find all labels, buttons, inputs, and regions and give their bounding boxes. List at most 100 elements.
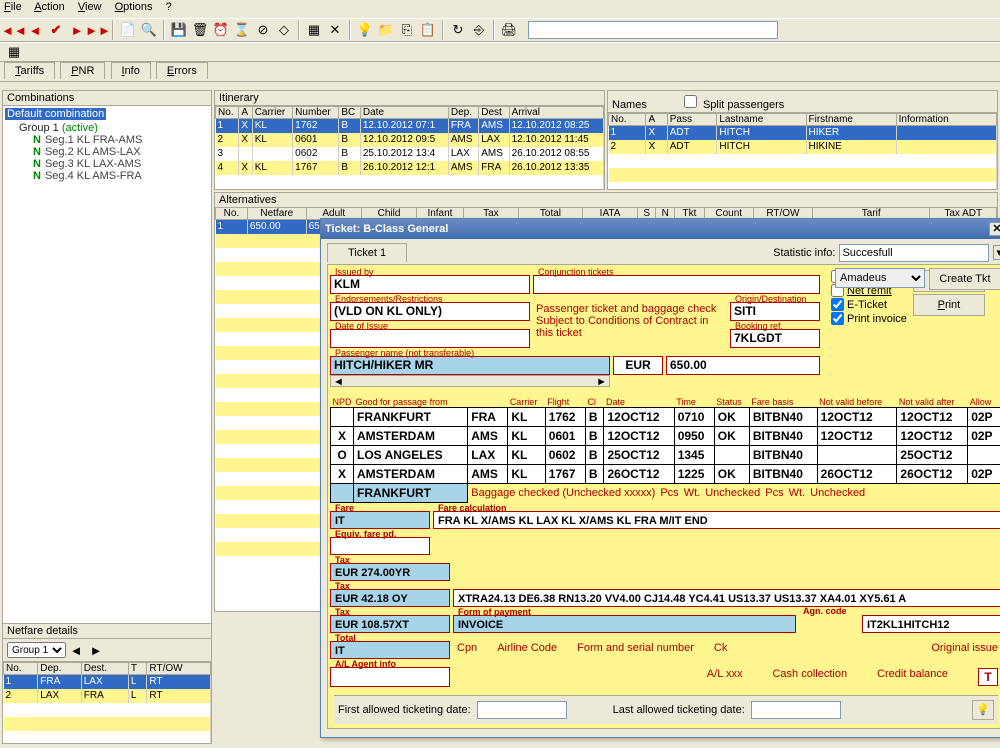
ticket-actions: Amadeus Create Tkt Direct Tkt. Net remit…: [831, 268, 1000, 325]
first-date-label: First allowed ticketing date:: [338, 704, 471, 716]
fop-value: INVOICE: [458, 619, 503, 631]
gds-select[interactable]: Amadeus: [835, 268, 925, 288]
tab-pnr[interactable]: PNR: [60, 62, 105, 79]
toolbar-sub: ▦: [0, 42, 1000, 62]
first-date-input[interactable]: [477, 701, 567, 719]
table-row[interactable]: 2XADTHITCHHIKINE: [609, 140, 997, 154]
paste-icon[interactable]: 📋: [418, 20, 438, 40]
menu-options[interactable]: Options: [115, 1, 153, 13]
print-icon[interactable]: 🖨: [499, 20, 519, 40]
menu-bar: FFileile Action View Options ?: [0, 0, 1000, 18]
names-grid[interactable]: No.APassLastnameFirstnameInformation 1XA…: [608, 112, 997, 189]
doc-icon[interactable]: 📄: [118, 20, 138, 40]
ffwd-icon[interactable]: ►►: [88, 20, 108, 40]
clock-icon[interactable]: ⏰: [211, 20, 231, 40]
delete-icon[interactable]: 🗑: [190, 20, 210, 40]
segment-row[interactable]: XAMSTERDAMAMSKL0601B12OCT120950OKBITBN40…: [331, 427, 1000, 446]
last-date-input[interactable]: [751, 701, 841, 719]
combinations-tree[interactable]: Default combination Group 1 (active) NSe…: [3, 106, 211, 623]
menu-view[interactable]: View: [78, 1, 102, 13]
booking-ref: 7KLGDT: [734, 331, 816, 346]
scroll-left-icon[interactable]: ◄: [333, 376, 344, 386]
ticket-titlebar[interactable]: Ticket: B-Class General ✕: [321, 219, 1000, 239]
combinations-panel: Combinations Default combination Group 1…: [2, 90, 212, 744]
next-icon[interactable]: ►: [67, 20, 87, 40]
small-btn-1[interactable]: ▦: [4, 42, 24, 62]
close-icon[interactable]: ✕: [989, 222, 1000, 236]
names-title: Names Split passengers: [608, 91, 997, 112]
tab-tariffs[interactable]: Tariffs: [4, 62, 55, 79]
tree-root[interactable]: Default combination: [5, 108, 106, 120]
refresh-icon[interactable]: ↻: [448, 20, 468, 40]
table-row[interactable]: 2XKL0601B12.10.2012 09:5AMSLAX12.10.2012…: [216, 133, 604, 147]
combinations-title: Combinations: [3, 91, 211, 106]
segment-last-row: FRANKFURTBaggage checked (Unchecked xxxx…: [331, 484, 1000, 503]
netfare-group-select[interactable]: Group 1: [7, 642, 66, 658]
origin-value: SITI: [734, 304, 816, 319]
alternatives-title: Alternatives: [215, 193, 997, 207]
hourglass-icon[interactable]: ⌛: [232, 20, 252, 40]
itinerary-title: Itinerary: [215, 91, 604, 105]
table-row[interactable]: 30602B25.10.2012 13:4LAXAMS26.10.2012 08…: [216, 147, 604, 161]
ticket-title: Ticket: B-Class General: [325, 223, 448, 235]
send-icon[interactable]: ◇: [274, 20, 294, 40]
netfare-details-panel: Netfare details Group 1 ◄ ► No.Dep.Dest.…: [3, 623, 211, 743]
table-row[interactable]: 2LAXFRALRT: [4, 689, 211, 703]
tax-breakdown: XTRA24.13 DE6.38 RN13.20 VV4.00 CJ14.48 …: [458, 593, 906, 605]
cross-icon[interactable]: ✕: [325, 20, 345, 40]
print-button[interactable]: Print: [913, 294, 985, 316]
stat-input[interactable]: [839, 244, 989, 262]
tab-errors[interactable]: Errors: [156, 62, 208, 79]
tree-group[interactable]: Group 1 (active): [19, 122, 98, 134]
table-row[interactable]: 1FRALAXLRT: [4, 675, 211, 689]
tab-info[interactable]: Info: [111, 62, 151, 79]
tree-seg-1[interactable]: NSeg.1 KL FRA-AMS: [33, 134, 209, 146]
table-row[interactable]: 1XADTHITCHHIKER: [609, 126, 997, 140]
segment-row[interactable]: OLOS ANGELESLAXKL0602B25OCT121345BITBN40…: [331, 446, 1000, 465]
tree-seg-4[interactable]: NSeg.4 KL AMS-FRA: [33, 170, 209, 182]
tree-seg-2[interactable]: NSeg.2 KL AMS-LAX: [33, 146, 209, 158]
menu-help[interactable]: ?: [166, 1, 172, 13]
toolbar-search-input[interactable]: [528, 21, 778, 39]
bulb-icon[interactable]: 💡: [355, 20, 375, 40]
tab-strip: Tariffs PNR Info Errors: [0, 62, 1000, 82]
prev-icon[interactable]: ◄: [25, 20, 45, 40]
split-passengers-checkbox[interactable]: [684, 95, 697, 108]
segment-row[interactable]: FRANKFURTFRAKL1762B12OCT120710OKBITBN401…: [331, 408, 1000, 427]
ticket-tab-1[interactable]: Ticket 1: [327, 243, 407, 262]
issued-by-value: KLM: [334, 277, 526, 292]
fare-amount: 650.00: [670, 358, 816, 373]
netfare-grid[interactable]: No.Dep.Dest.TRT/OW 1FRALAXLRT 2LAXFRALRT: [3, 661, 211, 743]
netfare-next-icon[interactable]: ►: [86, 640, 106, 660]
door-icon[interactable]: ⎆: [469, 20, 489, 40]
itinerary-grid[interactable]: No.ACarrierNumberBCDateDep.DestArrival 1…: [215, 105, 604, 189]
search-icon[interactable]: 🔍: [139, 20, 159, 40]
create-ticket-button[interactable]: Create Tkt: [929, 268, 1000, 290]
menu-file[interactable]: FFileile: [4, 1, 22, 13]
ticketing-dates-row: First allowed ticketing date: Last allow…: [334, 695, 998, 724]
tree-seg-3[interactable]: NSeg.3 KL LAX-AMS: [33, 158, 209, 170]
netfare-prev-icon[interactable]: ◄: [66, 640, 86, 660]
agn-code: IT2KL1HITCH12: [867, 619, 950, 631]
save-icon[interactable]: 💾: [169, 20, 189, 40]
stat-label: Statistic info:: [773, 247, 835, 259]
scroll-right-icon[interactable]: ►: [596, 376, 607, 386]
segment-row[interactable]: XAMSTERDAMAMSKL1767B26OCT121225OKBITBN40…: [331, 465, 1000, 484]
db-icon[interactable]: ▦: [304, 20, 324, 40]
menu-action[interactable]: Action: [34, 1, 65, 13]
eticket-checkbox[interactable]: [831, 298, 844, 311]
print-invoice-checkbox[interactable]: [831, 312, 844, 325]
check-icon[interactable]: ✔: [46, 20, 66, 40]
copy-icon[interactable]: ⎘: [397, 20, 417, 40]
itinerary-panel: Itinerary No.ACarrierNumberBCDateDep.Des…: [214, 90, 605, 190]
netfare-title: Netfare details: [3, 624, 211, 639]
ticket-window: Ticket: B-Class General ✕ Ticket 1 Stati…: [320, 218, 1000, 738]
hint-bulb-icon[interactable]: 💡: [972, 700, 994, 720]
table-row[interactable]: 1XKL1762B12.10.2012 07:1FRAAMS12.10.2012…: [216, 119, 604, 133]
table-row[interactable]: 4XKL1767B26.10.2012 12:1AMSFRA26.10.2012…: [216, 161, 604, 175]
cancel-icon[interactable]: ⊘: [253, 20, 273, 40]
rewind-icon[interactable]: ◄◄: [4, 20, 24, 40]
names-panel: Names Split passengers No.APassLastnameF…: [607, 90, 998, 190]
stat-dropdown-icon[interactable]: ▾: [993, 245, 1000, 260]
folder-icon[interactable]: 📁: [376, 20, 396, 40]
